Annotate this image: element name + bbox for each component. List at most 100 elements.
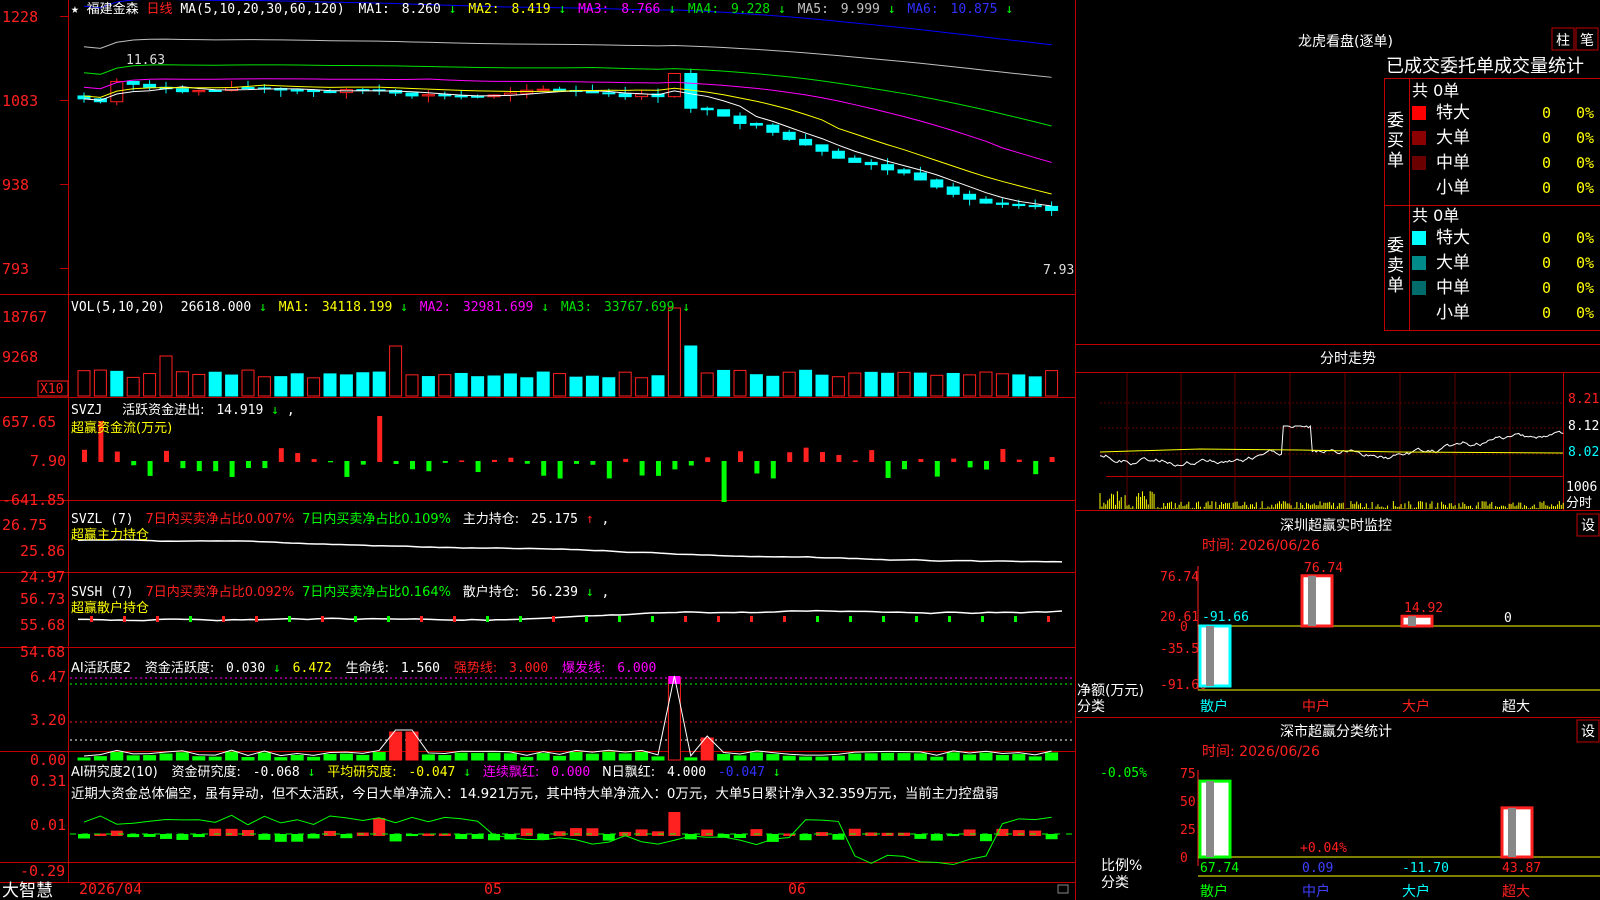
volume-bar (274, 376, 288, 397)
svzj-bar (246, 461, 251, 468)
svzj-bar (311, 459, 317, 462)
dt-row-pct: 0% (1576, 129, 1594, 147)
volume-bar (110, 370, 124, 397)
volume-bar (700, 372, 714, 397)
intraday-vol-label: 1006 (1566, 480, 1597, 495)
active-bar (503, 753, 517, 761)
volume-bar (831, 376, 845, 397)
volume-bar (77, 370, 91, 397)
svzj-bar (360, 461, 366, 465)
main-chart-canvas[interactable]: 76.7420.610-35.53-91.66-91.66散户76.74中户14… (0, 0, 1600, 900)
dt-row-label: 大单 (1436, 128, 1470, 148)
candle-body (208, 90, 222, 93)
svzj-bar (557, 461, 563, 479)
svsh-tick (90, 616, 93, 622)
sz-class-chart: 75 50 25 0 67.74 散户 0.09 中户 -11.70 大户 43.87 超大 (1180, 767, 1600, 900)
volume-bar (1028, 376, 1042, 397)
active-bar (667, 677, 681, 761)
intraday-unit-label: 分时 (1566, 496, 1592, 511)
volume-bar (602, 377, 616, 397)
svsh-y-label: 55.68 (20, 616, 65, 634)
volume-bar (979, 371, 993, 397)
legend-swatch (1412, 281, 1426, 295)
active-bar (815, 756, 829, 761)
research-bar (455, 834, 468, 840)
active-bar (257, 752, 271, 761)
active-bar (339, 753, 353, 761)
candle-body (913, 172, 927, 181)
vol-y-label: 18767 (2, 308, 47, 326)
candle-body (848, 157, 862, 163)
lock-icon[interactable] (1057, 884, 1069, 894)
volume-bar (651, 375, 665, 397)
active-bar (799, 756, 813, 761)
svsh-tick (1014, 616, 1017, 622)
volume-bar (438, 374, 452, 397)
svzj-bar (1016, 459, 1022, 462)
volume-bar (569, 376, 583, 397)
research-comment: 近期大资金总体偏空，虽有异动，但不太活跃，今日大单净流入：14.921万元，其中… (71, 785, 999, 802)
research-line (83, 814, 1052, 866)
active-bar (749, 752, 763, 761)
svsh-tick (684, 616, 687, 622)
active-bar (635, 751, 649, 761)
active-bar (241, 757, 255, 761)
svzj-bar (738, 451, 743, 462)
sz-class-category: 中户 (1302, 883, 1330, 900)
sz-class-settings-label: 设 (1581, 724, 1595, 740)
active-bar (651, 756, 665, 761)
svsh-tick (651, 616, 654, 622)
dt-row-count: 0 (1542, 154, 1551, 172)
svsh-tick (519, 616, 522, 622)
research-bar (1029, 830, 1042, 836)
research-y-label: 0.01 (30, 816, 66, 834)
candle-body (979, 198, 993, 204)
ma4-value: 9.228 (731, 2, 770, 17)
sz-monitor-bar-shade (1308, 575, 1316, 626)
volume-bar (864, 371, 878, 397)
svzj-bar (459, 460, 465, 462)
dt-row-label: 特大 (1436, 103, 1470, 123)
sz-monitor-value: 14.92 (1404, 601, 1443, 616)
legend-swatch (1412, 131, 1426, 145)
svzl-line (77, 539, 1063, 563)
volume-bar (520, 377, 534, 397)
svsh-tick (222, 616, 225, 622)
candle-body (946, 186, 960, 195)
active-bar (733, 755, 747, 761)
stock-name: 福建金森 (87, 1, 139, 17)
candle-body (405, 92, 419, 97)
ma-line (83, 38, 1052, 78)
volume-bar (667, 307, 681, 397)
active-bar (766, 754, 780, 761)
ma6-value: 10.875 (951, 2, 998, 17)
candle-body (766, 124, 780, 133)
sz-monitor-bar (1400, 614, 1434, 628)
active-bar (421, 754, 435, 761)
research-bar (110, 830, 123, 836)
svzj-bar (705, 457, 711, 462)
sz-monitor-bar-shade (1206, 626, 1214, 686)
svsh-tick (453, 616, 456, 622)
favorite-star-icon[interactable]: ★ (71, 2, 79, 17)
period-label[interactable]: 日线 (147, 2, 173, 17)
svsh-tick (156, 616, 159, 622)
intraday-price-line (1099, 424, 1564, 467)
dt-row-count: 0 (1542, 129, 1551, 147)
svzj-value: 14.919 (216, 403, 263, 418)
svzj-bar (754, 461, 760, 474)
svzl-y-label: 26.75 (2, 516, 47, 534)
sz-monitor-y-label: 0 (1180, 620, 1188, 635)
svsh-value: 56.239 (531, 585, 578, 600)
svsh-tick (750, 616, 753, 622)
svsh-tick (420, 616, 423, 622)
svzj-bar (147, 461, 153, 476)
volume-bar (881, 372, 895, 397)
svsh-tick (882, 616, 885, 622)
volume-bar (307, 377, 321, 397)
price-y-label: 793 (2, 260, 29, 278)
volume-bar (159, 355, 173, 397)
candle-body (1028, 205, 1042, 208)
svzj-bar (836, 454, 842, 462)
active-bar (1028, 756, 1042, 761)
